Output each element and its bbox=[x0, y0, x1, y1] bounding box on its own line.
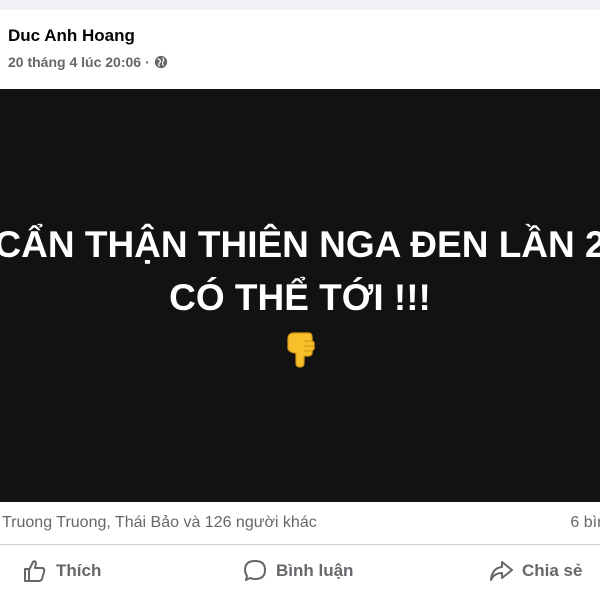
image-text-line1: CẨN THẬN THIÊN NGA ĐEN LẦN 2 bbox=[0, 224, 600, 265]
image-text-line2: CÓ THỂ TỚI !!! bbox=[169, 277, 431, 318]
comment-label: Bình luận bbox=[276, 561, 354, 580]
action-bar: Thích Bình luận Chia sẻ bbox=[0, 546, 600, 596]
pointing-down-hand-icon bbox=[287, 332, 315, 368]
timestamp[interactable]: 20 tháng 4 lúc 20:06 · bbox=[8, 54, 150, 70]
comment-button[interactable]: Bình luận bbox=[242, 546, 353, 596]
like-button[interactable]: Thích bbox=[22, 546, 101, 596]
reactions-bar: Truong Truong, Thái Bảo và 126 người khá… bbox=[0, 502, 600, 545]
comments-count[interactable]: 6 bìn bbox=[570, 514, 600, 532]
post-card: Duc Anh Hoang 20 tháng 4 lúc 20:06 · CẨN… bbox=[0, 10, 600, 600]
thumbs-up-icon bbox=[24, 560, 46, 582]
post-meta: 20 tháng 4 lúc 20:06 · bbox=[8, 54, 168, 70]
post-image[interactable]: CẨN THẬN THIÊN NGA ĐEN LẦN 2 CÓ THỂ TỚI … bbox=[0, 89, 600, 502]
share-arrow-icon bbox=[490, 561, 513, 581]
reactions-summary[interactable]: Truong Truong, Thái Bảo và 126 người khá… bbox=[2, 514, 317, 532]
share-label: Chia sẻ bbox=[522, 561, 583, 580]
post-header: Duc Anh Hoang 20 tháng 4 lúc 20:06 · bbox=[0, 10, 600, 89]
like-label: Thích bbox=[56, 561, 102, 580]
share-button[interactable]: Chia sẻ bbox=[488, 546, 582, 596]
globe-icon bbox=[154, 55, 167, 69]
author-name[interactable]: Duc Anh Hoang bbox=[8, 26, 135, 46]
comment-bubble-icon bbox=[244, 560, 266, 581]
